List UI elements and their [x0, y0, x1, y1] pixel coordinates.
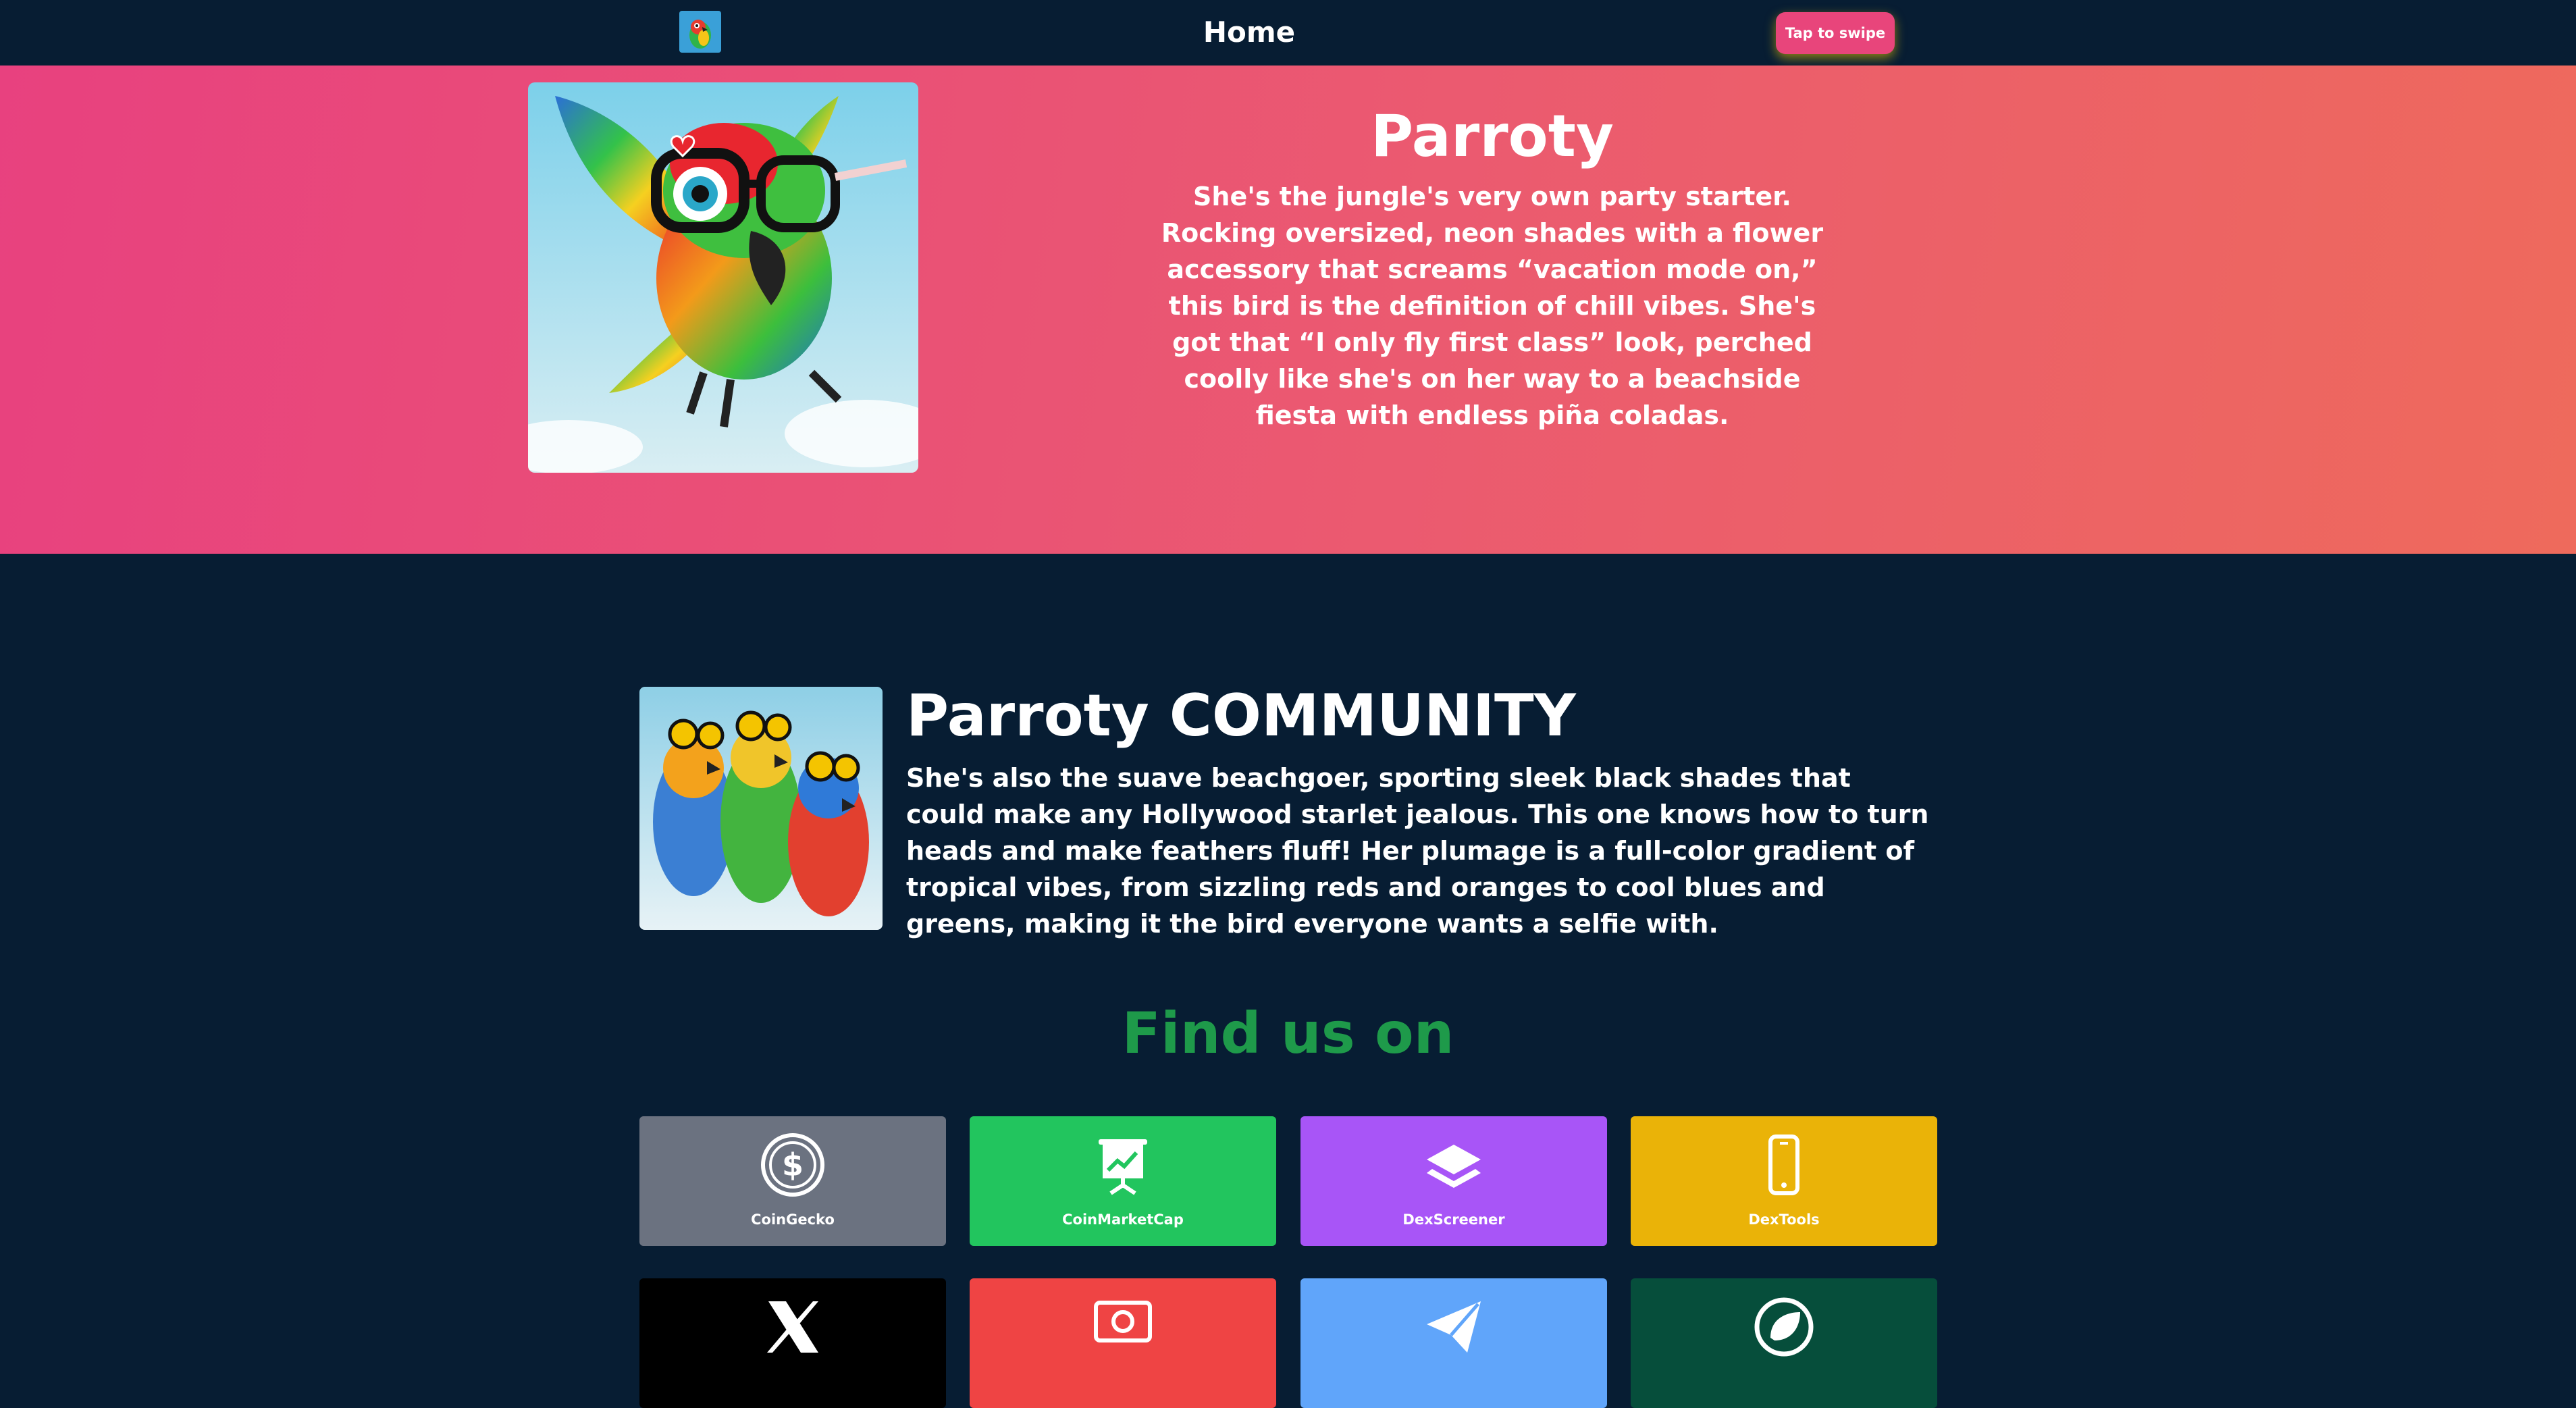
cash-link[interactable]: [970, 1278, 1276, 1408]
coinmarketcap-label: CoinMarketCap: [1062, 1211, 1184, 1228]
hero-section: Parroty She's the jungle's very own part…: [0, 66, 2576, 554]
coingecko-label: CoinGecko: [751, 1211, 835, 1228]
top-nav: Home Tap to swipe: [0, 0, 2576, 66]
dextools-label: DexTools: [1748, 1211, 1820, 1228]
layers-icon: [1427, 1145, 1481, 1188]
dexscreener-label: DexScreener: [1402, 1211, 1505, 1228]
coin-icon: $: [761, 1133, 824, 1197]
community-title: Parroty COMMUNITY: [906, 682, 1576, 750]
leaf-icon: [1754, 1297, 1814, 1357]
parrot-logo-icon[interactable]: [679, 11, 721, 53]
cash-icon: [1094, 1301, 1152, 1342]
dextools-link[interactable]: DexTools: [1631, 1116, 1937, 1246]
tap-to-swipe-button[interactable]: Tap to swipe: [1776, 12, 1895, 54]
coingecko-link[interactable]: $ CoinGecko: [639, 1116, 946, 1246]
nav-home-link[interactable]: Home: [1175, 12, 1323, 53]
chart-board-icon: [1099, 1139, 1147, 1195]
parrot-hero-image: [528, 82, 918, 473]
find-us-title: Find us on: [1122, 1000, 1454, 1066]
x-icon: [767, 1301, 818, 1353]
x-link[interactable]: [639, 1278, 946, 1408]
hero-title: Parroty: [1371, 103, 1614, 170]
community-description: She's also the suave beachgoer, sporting…: [906, 763, 1929, 939]
svg-text:$: $: [782, 1147, 804, 1183]
telegram-link[interactable]: [1300, 1278, 1607, 1408]
community-image: [639, 687, 883, 930]
coinmarketcap-link[interactable]: CoinMarketCap: [970, 1116, 1276, 1246]
dexscreener-link[interactable]: DexScreener: [1300, 1116, 1607, 1246]
telegram-icon: [1427, 1301, 1481, 1353]
hero-description: She's the jungle's very own party starte…: [1161, 182, 1824, 430]
phone-icon: [1768, 1135, 1799, 1195]
leaf-link[interactable]: [1631, 1278, 1937, 1408]
